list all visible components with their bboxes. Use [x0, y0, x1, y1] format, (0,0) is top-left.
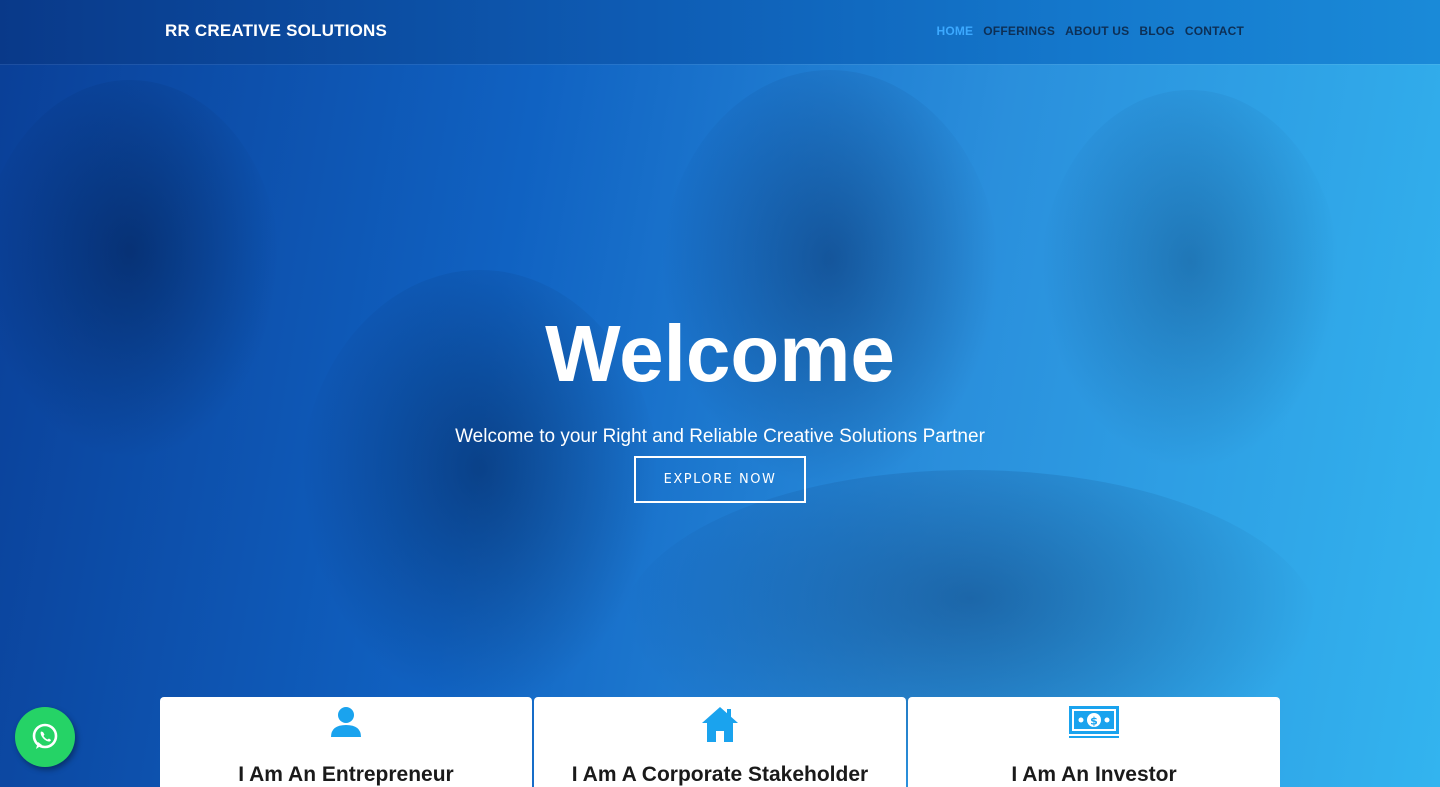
- nav-item-home[interactable]: HOME: [936, 24, 973, 38]
- page: RR CREATIVE SOLUTIONS HOME OFFERINGS ABO…: [0, 0, 1440, 787]
- hero-subtitle: Welcome to your Right and Reliable Creat…: [455, 426, 985, 447]
- card-corporate-stakeholder[interactable]: I Am A Corporate Stakeholder: [534, 697, 906, 787]
- card-label: I Am An Investor: [1011, 763, 1177, 786]
- audience-cards: I Am An Entrepreneur I Am A Corporate St…: [160, 697, 1280, 787]
- user-icon: [160, 705, 532, 743]
- background-photo-person: [1040, 90, 1340, 470]
- money-icon: $: [908, 705, 1280, 743]
- nav-item-blog[interactable]: BLOG: [1139, 24, 1174, 38]
- main-nav: HOME OFFERINGS ABOUT US BLOG CONTACT: [936, 24, 1244, 38]
- card-investor[interactable]: $ I Am An Investor: [908, 697, 1280, 787]
- explore-now-button[interactable]: EXPLORE NOW: [634, 456, 806, 503]
- navbar: RR CREATIVE SOLUTIONS HOME OFFERINGS ABO…: [0, 0, 1440, 64]
- background-photo-person: [0, 80, 280, 460]
- card-label: I Am A Corporate Stakeholder: [571, 763, 869, 786]
- nav-item-offerings[interactable]: OFFERINGS: [983, 24, 1055, 38]
- whatsapp-icon: [32, 723, 58, 749]
- hero-title: Welcome: [545, 309, 895, 398]
- svg-text:$: $: [1090, 715, 1098, 728]
- nav-item-contact[interactable]: CONTACT: [1185, 24, 1244, 38]
- card-entrepreneur[interactable]: I Am An Entrepreneur: [160, 697, 532, 787]
- nav-item-about-us[interactable]: ABOUT US: [1065, 24, 1129, 38]
- brand-logo-text[interactable]: RR CREATIVE SOLUTIONS: [165, 21, 387, 41]
- whatsapp-chat-button[interactable]: [15, 707, 75, 767]
- home-icon: [534, 705, 906, 743]
- card-label: I Am An Entrepreneur: [238, 763, 454, 786]
